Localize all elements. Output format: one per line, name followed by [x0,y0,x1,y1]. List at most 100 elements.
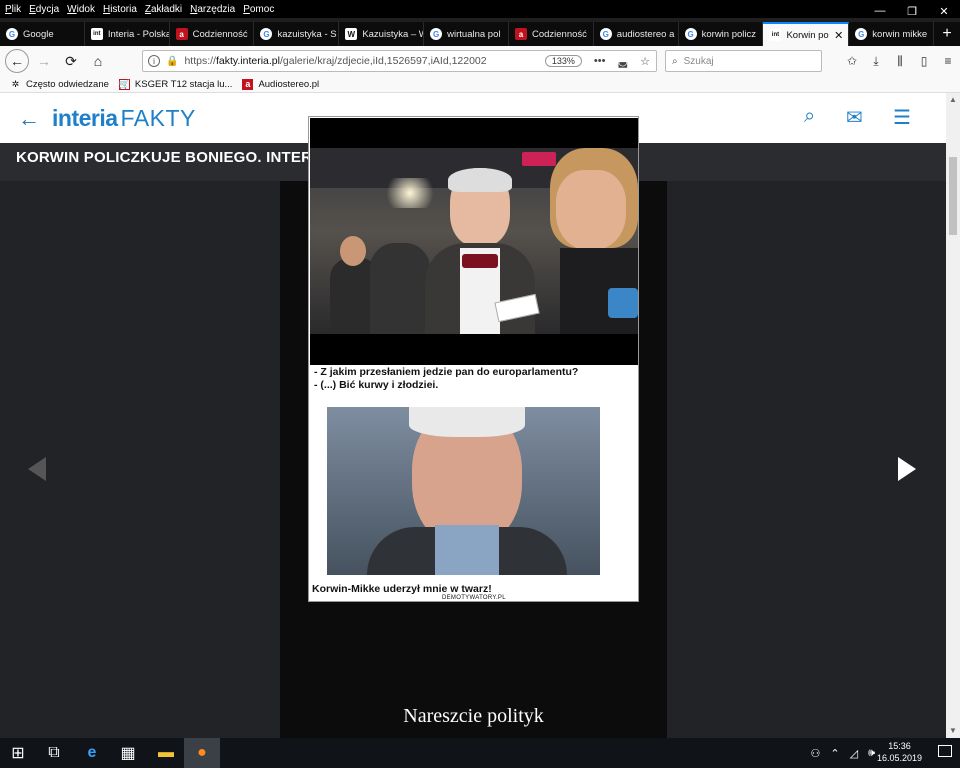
tab-favicon-icon: G [6,28,18,40]
chevron-up-icon[interactable]: ⌃ [830,747,839,760]
tab-active[interactable]: int Korwin po ✕ [763,22,850,46]
previous-arrow-icon[interactable] [28,457,46,481]
bookmark-item[interactable]: a Audiostereo.pl [242,78,319,90]
back-button[interactable]: ← [5,49,29,73]
bookmark-star-icon[interactable]: ☆ [640,55,650,68]
bookmark-item[interactable]: 🛒 KSGER T12 stacja lu... [118,78,232,90]
library-icon[interactable]: ⫼ [888,54,912,69]
volume-icon[interactable]: 🕪 [868,747,875,760]
page-scrollbar[interactable]: ▲ ▼ [946,93,960,738]
gear-icon: ✲ [11,78,20,89]
restore-button[interactable]: ❐ [896,0,928,22]
tab-label: Codzienność [192,28,248,40]
download-icon[interactable]: ⤓ [864,54,888,69]
edge-icon[interactable]: e [74,738,110,768]
meme-caption-bottom: Korwin-Mikke uderzył mnie w twarz! [312,583,492,595]
menu-widok[interactable]: Widok [64,4,98,15]
tab-bar: G Google int Interia - Polska a Codzienność Gk… [0,22,960,46]
menu-historia[interactable]: Historia [100,4,140,15]
menu-zakladki[interactable]: Zakładki [142,4,185,15]
tab[interactable]: Gaudiostereo a [594,22,679,46]
interia-logo[interactable]: interia FAKTY [52,105,196,132]
photo-interview [310,118,638,365]
tab-close-icon[interactable]: ✕ [834,29,843,42]
tab-favicon-icon: W [345,28,358,40]
tab-label: Interia - Polska [107,28,169,40]
search-icon[interactable]: ⌕ [804,105,815,128]
network-icon[interactable]: ◿ [850,747,858,760]
tab[interactable]: Gwirtualna pol [424,22,509,46]
bookmarks-toolbar: ✲ Często odwiedzane 🛒 KSGER T12 stacja l… [0,76,960,93]
close-window-button[interactable]: ✕ [928,0,960,22]
home-button[interactable]: ⌂ [86,49,110,73]
clock[interactable]: 15:36 16.05.2019 [877,740,922,764]
a-icon: a [242,78,254,90]
search-input[interactable]: ⌕ Szukaj [665,50,822,72]
tab-favicon-icon: a [514,28,527,40]
reload-button[interactable]: ⟳ [59,49,83,73]
url-bar[interactable]: i 🔒 https://fakty.interia.pl/galerie/kra… [142,50,657,72]
windows-start-icon[interactable]: ⊞ [0,738,36,768]
tab[interactable]: Gkazuistyka - S [254,22,340,46]
file-explorer-icon[interactable]: ▬ [148,738,184,768]
calculator-icon[interactable]: ▦ [110,738,146,768]
minimize-button[interactable]: — [864,0,896,22]
menu-plik[interactable]: Plik [2,4,24,15]
menubar: Plik Edycja Widok Historia Zakładki Narz… [0,0,960,18]
notification-icon[interactable] [938,745,952,757]
window-controls: — ❐ ✕ [864,0,960,22]
menu-narzedzia[interactable]: Narzędzia [187,4,238,15]
menu-pomoc[interactable]: Pomoc [240,4,277,15]
people-icon[interactable]: ⚇ [811,747,821,760]
tab-label: kazuistyka - S [277,28,337,40]
home-icon: ⌂ [93,53,103,69]
tab-favicon-icon: int [769,29,782,41]
tab-label: Korwin po [786,29,829,41]
tab-favicon-icon: a [175,28,188,40]
hamburger-menu-icon[interactable]: ☰ [893,105,911,130]
tab-label: korwin mikke [872,28,928,40]
search-placeholder: Szukaj [683,55,714,67]
more-actions-icon[interactable]: ••• [594,55,606,67]
mail-icon[interactable]: ✉ [846,105,863,130]
tab-favicon-icon: G [684,28,697,40]
new-tab-button[interactable]: + [934,22,960,46]
windows-taskbar: ⊞ ⧉ e ▦ ▬ ● ⚇ ⌃ ◿ 🕪 15:36 16.05.2019 [0,738,960,768]
menu-edycja[interactable]: Edycja [26,4,62,15]
tab[interactable]: a Codzienność [170,22,255,46]
meme-image[interactable]: - Z jakim przesłaniem jedzie pan do euro… [308,116,639,602]
reader-icon[interactable]: ✩ [840,54,864,69]
scroll-thumb[interactable] [949,157,957,235]
tab-favicon-icon: G [260,28,273,40]
next-arrow-icon[interactable] [898,457,916,481]
tab[interactable]: W Kazuistyka – W [339,22,425,46]
forward-button[interactable]: → [32,49,56,73]
lock-icon[interactable]: 🔒 [166,56,178,67]
firefox-icon[interactable]: ● [184,738,220,768]
tab-favicon-icon: G [855,28,868,40]
tab[interactable]: Gkorwin mikke [849,22,935,46]
pocket-icon[interactable]: ◛ [617,55,628,68]
hamburger-menu-icon[interactable]: ≡ [936,54,960,69]
sidebar-icon[interactable]: ▯ [912,54,936,69]
tab[interactable]: Gkorwin policz [679,22,764,46]
tab[interactable]: G Google [0,22,85,46]
interview-scene [310,148,638,334]
info-icon[interactable]: i [148,55,160,67]
scroll-up-arrow-icon[interactable]: ▲ [946,93,960,107]
reload-icon: ⟳ [65,52,77,69]
task-view-icon[interactable]: ⧉ [36,738,72,768]
bookmark-item[interactable]: ✲ Często odwiedzane [10,79,109,90]
system-tray: ⚇ ⌃ ◿ 🕪 [806,738,881,768]
tab-label: Kazuistyka – W [362,28,424,40]
shop-icon: 🛒 [118,78,131,90]
tab-label: Google [23,28,54,40]
tab-favicon-icon: G [599,28,612,40]
tab-favicon-icon: G [430,28,443,40]
watermark: DEMOTYWATORY.PL [442,595,506,601]
tab[interactable]: int Interia - Polska [85,22,170,46]
tab[interactable]: a Codzienność [509,22,594,46]
scroll-down-arrow-icon[interactable]: ▼ [946,724,960,738]
site-back-icon[interactable]: ← [18,106,40,132]
zoom-indicator[interactable]: 133% [544,55,582,67]
